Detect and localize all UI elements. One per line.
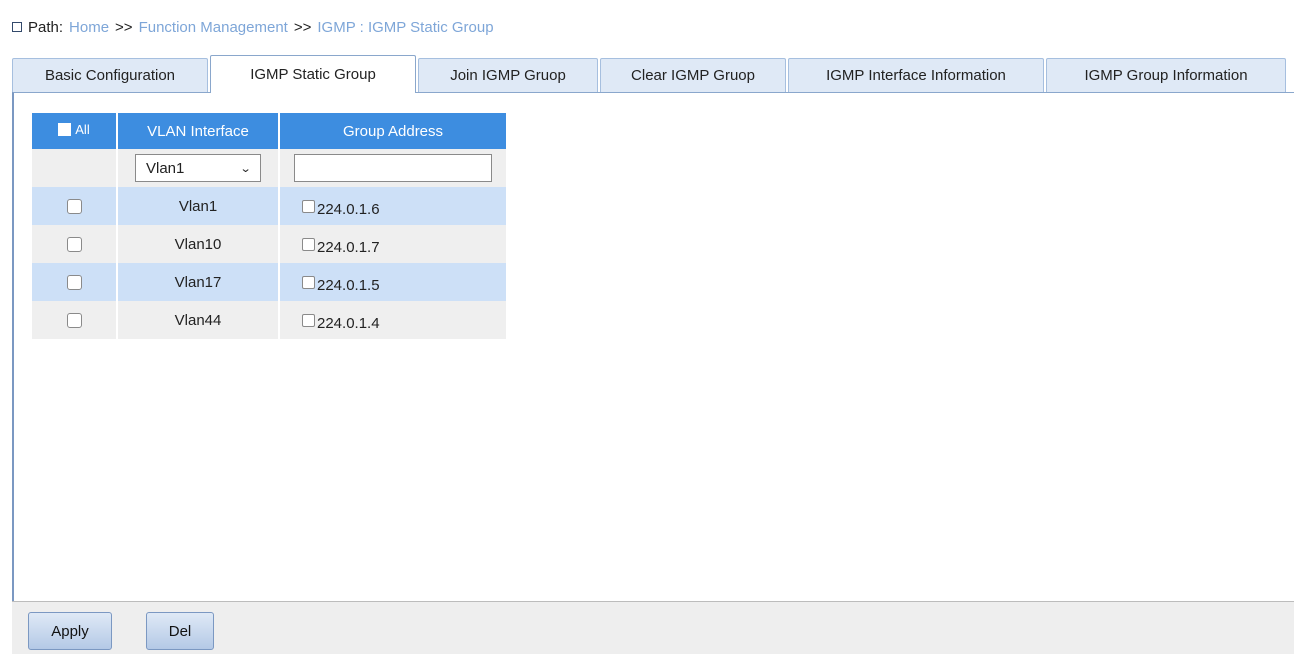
select-all-checkbox[interactable] [58, 123, 72, 136]
group-cell: 224.0.1.4 [279, 301, 506, 339]
breadcrumb: Path: Home >> Function Management >> IGM… [12, 17, 494, 37]
vlan-cell: Vlan44 [117, 301, 280, 339]
crumb-function-management[interactable]: Function Management [139, 19, 288, 36]
crumb-separator: >> [115, 18, 133, 36]
table-header-row: All VLAN Interface Group Address [32, 113, 506, 149]
group-address: 224.0.1.6 [317, 200, 380, 218]
group-checkbox[interactable] [302, 275, 315, 289]
tab-igmp-interface-information[interactable]: IGMP Interface Information [788, 58, 1044, 92]
group-checkbox[interactable] [302, 237, 315, 251]
tab-clear-igmp-group[interactable]: Clear IGMP Gruop [600, 58, 786, 92]
group-cell: 224.0.1.5 [279, 263, 506, 301]
group-input-cell [279, 149, 506, 187]
crumb-igmp-static-group[interactable]: IGMP : IGMP Static Group [317, 19, 493, 36]
vlan-interface-header: VLAN Interface [117, 113, 280, 149]
select-all-header[interactable]: All [32, 113, 118, 149]
action-bar: Apply Del [12, 601, 1294, 654]
crumb-home[interactable]: Home [69, 19, 109, 36]
table-row: Vlan44 224.0.1.4 [32, 301, 506, 339]
tab-bar: Basic Configuration IGMP Static Group Jo… [12, 55, 1294, 93]
vlan-cell: Vlan17 [117, 263, 280, 301]
group-cell: 224.0.1.7 [279, 225, 506, 263]
delete-button[interactable]: Del [146, 612, 214, 650]
chevron-down-icon: ⌄ [239, 162, 252, 175]
input-row: Vlan1 ⌄ [32, 149, 506, 187]
group-address: 224.0.1.5 [317, 276, 380, 294]
path-icon [12, 22, 22, 32]
select-all-label: All [75, 122, 90, 137]
vlan-cell: Vlan10 [117, 225, 280, 263]
static-group-table: All VLAN Interface Group Address Vlan1 ⌄ [32, 113, 506, 339]
vlan-select-value: Vlan1 [146, 159, 185, 177]
group-address: 224.0.1.7 [317, 238, 380, 256]
table-row: Vlan1 224.0.1.6 [32, 187, 506, 225]
group-address: 224.0.1.4 [317, 314, 380, 332]
group-address-header: Group Address [279, 113, 506, 149]
group-address-input[interactable] [294, 154, 492, 182]
tab-igmp-group-information[interactable]: IGMP Group Information [1046, 58, 1286, 92]
empty-cell [32, 149, 118, 187]
row-checkbox[interactable] [66, 237, 82, 253]
path-label: Path: [28, 18, 64, 36]
group-checkbox[interactable] [302, 313, 315, 327]
tab-igmp-static-group[interactable]: IGMP Static Group [210, 55, 416, 93]
apply-button[interactable]: Apply [28, 612, 112, 650]
crumb-separator: >> [293, 18, 312, 36]
group-checkbox[interactable] [302, 199, 315, 213]
row-checkbox[interactable] [66, 275, 82, 291]
row-checkbox[interactable] [66, 199, 82, 215]
table-row: Vlan10 224.0.1.7 [32, 225, 506, 263]
vlan-select[interactable]: Vlan1 ⌄ [135, 154, 261, 182]
content-panel: All VLAN Interface Group Address Vlan1 ⌄ [12, 92, 1294, 601]
vlan-select-cell: Vlan1 ⌄ [117, 149, 280, 187]
tab-basic-configuration[interactable]: Basic Configuration [12, 58, 208, 92]
row-checkbox[interactable] [66, 313, 82, 329]
group-cell: 224.0.1.6 [279, 187, 506, 225]
vlan-cell: Vlan1 [117, 187, 280, 225]
table-row: Vlan17 224.0.1.5 [32, 263, 506, 301]
tab-join-igmp-group[interactable]: Join IGMP Gruop [418, 58, 598, 92]
